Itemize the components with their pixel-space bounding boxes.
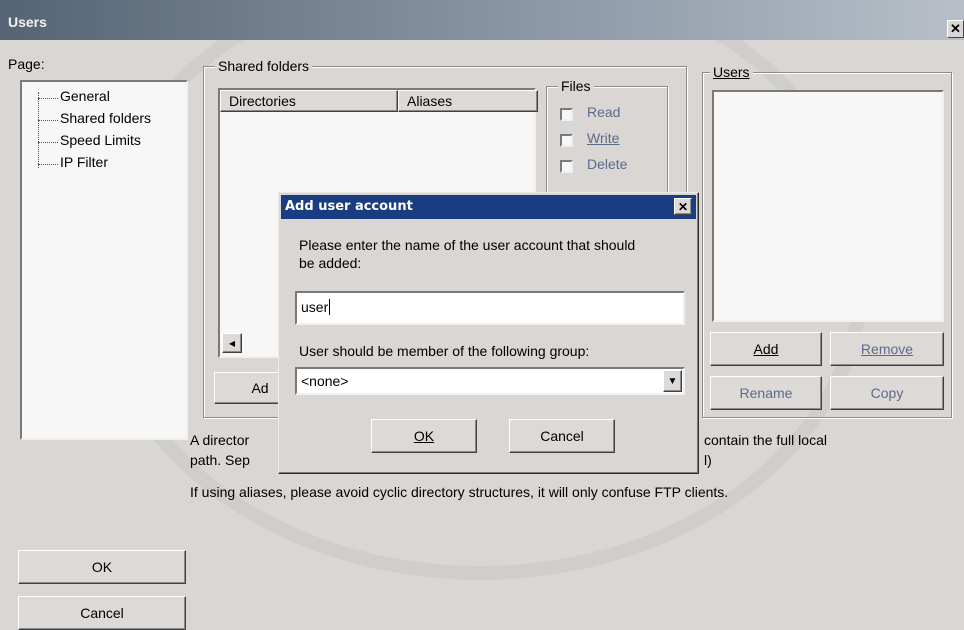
add-user-dialog: Add user account ✕ Please enter the name… [278, 192, 699, 474]
info-text-line1-left: A director [190, 432, 250, 448]
add-user-button[interactable]: Add [710, 332, 822, 366]
dialog-prompt-line2: be added: [299, 255, 362, 271]
dropdown-arrow-icon[interactable]: ▼ [663, 370, 682, 392]
add-user-label: Add [753, 341, 779, 357]
info-text-line3: If using aliases, please avoid cyclic di… [190, 484, 729, 500]
dialog-close-icon[interactable]: ✕ [674, 198, 692, 215]
copy-user-button[interactable]: Copy [830, 376, 944, 410]
shared-folders-label: Shared folders [215, 58, 313, 74]
info-text-line2-left: path. Sep [190, 452, 250, 468]
main-cancel-label: Cancel [80, 605, 124, 621]
group-select[interactable]: <none> [295, 367, 685, 395]
delete-label: Delete [587, 156, 628, 172]
scroll-left-icon[interactable]: ◂ [222, 333, 242, 353]
write-checkbox[interactable] [560, 134, 573, 147]
text-cursor [329, 299, 331, 315]
tree-item-speed-limits[interactable]: Speed Limits [60, 132, 141, 148]
window-title: Users [8, 14, 47, 30]
files-label: Files [558, 78, 594, 94]
username-value: user [301, 299, 329, 315]
page-label: Page: [8, 56, 45, 72]
users-label: Users [710, 64, 753, 80]
page-tree: General Shared folders Speed Limits IP F… [20, 80, 188, 440]
tree-item-general[interactable]: General [60, 88, 110, 104]
group-prompt: User should be member of the following g… [299, 343, 590, 359]
dialog-cancel-button[interactable]: Cancel [509, 419, 615, 453]
window-close-icon[interactable]: ✕ [947, 20, 964, 38]
main-ok-button[interactable]: OK [18, 550, 186, 584]
main-cancel-button[interactable]: Cancel [18, 596, 186, 630]
tree-item-ip-filter[interactable]: IP Filter [60, 154, 108, 170]
info-text-line2-right: l) [704, 452, 712, 468]
dialog-ok-button[interactable]: OK [371, 419, 477, 453]
dialog-titlebar: Add user account [281, 195, 696, 219]
column-header-aliases[interactable]: Aliases [398, 90, 538, 112]
dialog-title: Add user account [285, 199, 413, 214]
rename-user-label: Rename [739, 385, 793, 401]
main-ok-label: OK [91, 559, 113, 575]
rename-user-button[interactable]: Rename [710, 376, 822, 410]
users-list[interactable] [712, 90, 944, 322]
window-titlebar [0, 0, 964, 40]
add-directory-button[interactable]: Ad [214, 372, 284, 404]
info-text-line1-right: contain the full local [704, 432, 827, 448]
tree-connector [38, 92, 39, 168]
dialog-cancel-label: Cancel [540, 428, 584, 444]
read-label: Read [587, 104, 621, 120]
add-directory-label: Ad [251, 380, 269, 396]
column-header-directories[interactable]: Directories [220, 90, 398, 112]
copy-user-label: Copy [870, 385, 904, 401]
delete-checkbox[interactable] [560, 160, 573, 173]
remove-user-label: Remove [860, 341, 914, 357]
group-selected-value: <none> [301, 373, 349, 389]
username-input[interactable]: user [295, 291, 685, 325]
remove-user-button[interactable]: Remove [830, 332, 944, 366]
dialog-ok-label: OK [413, 428, 435, 444]
dialog-prompt-line1: Please enter the name of the user accoun… [299, 237, 636, 253]
read-checkbox[interactable] [560, 108, 573, 121]
tree-item-shared-folders[interactable]: Shared folders [60, 110, 151, 126]
write-label: Write [587, 130, 620, 146]
